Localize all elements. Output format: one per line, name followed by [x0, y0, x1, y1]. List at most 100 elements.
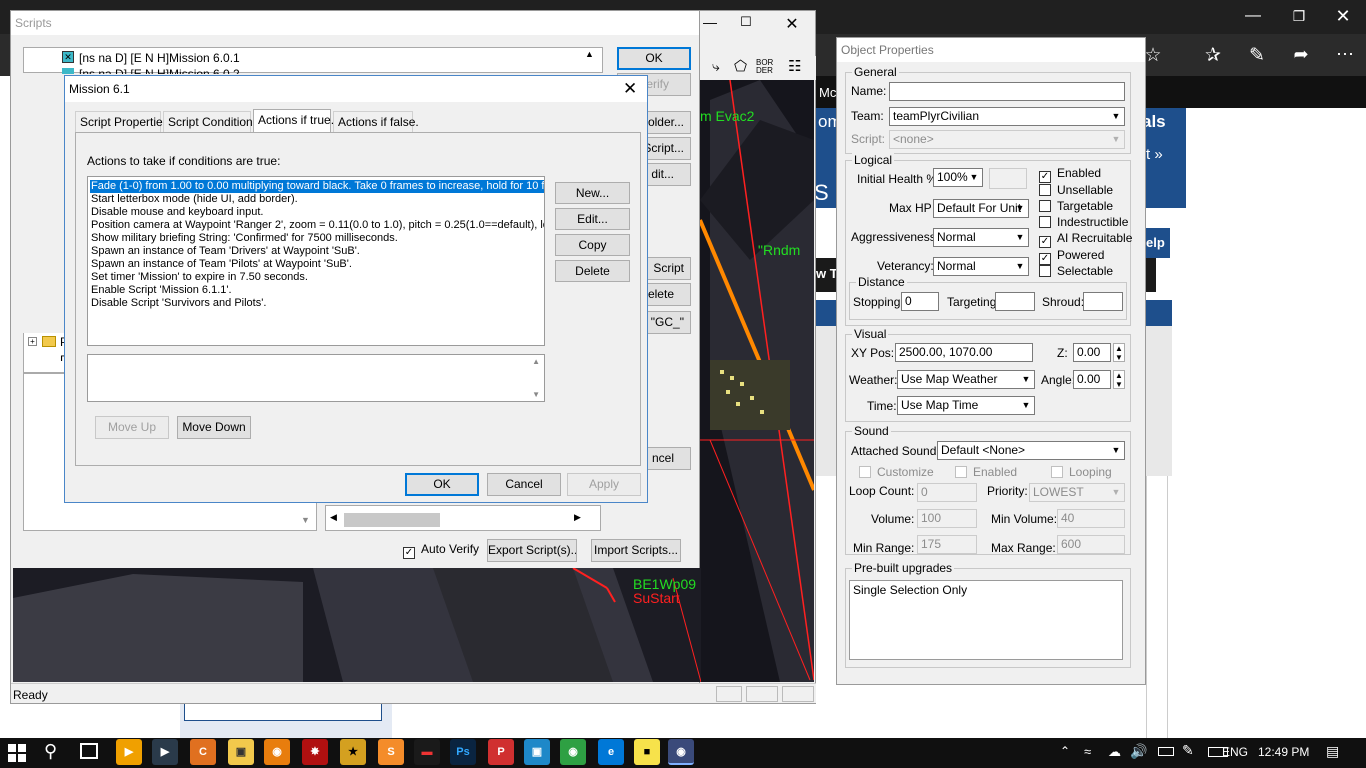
- xy-pos-field[interactable]: 2500.00, 1070.00: [895, 343, 1033, 362]
- language-indicator[interactable]: ENG: [1222, 745, 1248, 759]
- map-maximize-icon[interactable]: ☐: [736, 14, 756, 32]
- list-item[interactable]: Disable Script 'Survivors and Pilots'.: [90, 297, 266, 310]
- edge-icon[interactable]: e: [598, 739, 624, 765]
- clock[interactable]: 12:49 PM: [1258, 745, 1309, 759]
- battery-icon[interactable]: [1158, 747, 1174, 756]
- dialog-cancel-button[interactable]: Cancel: [487, 473, 561, 496]
- scroll-right-icon[interactable]: ▶: [574, 512, 581, 523]
- scripts-ok-button[interactable]: OK: [617, 47, 691, 70]
- copy-action-button[interactable]: Copy: [555, 234, 630, 256]
- scroll-down-icon[interactable]: ▼: [532, 390, 540, 399]
- attached-sound-select[interactable]: Default <None> ▼: [937, 441, 1125, 460]
- volume-field[interactable]: 100: [917, 509, 977, 528]
- veterancy-select[interactable]: Normal ▼: [933, 257, 1029, 276]
- photoshop-icon[interactable]: Ps: [450, 739, 476, 765]
- search-icon[interactable]: ⚲: [44, 741, 57, 762]
- flag-app-icon[interactable]: ▬: [414, 739, 440, 765]
- volume-icon[interactable]: 🔊: [1130, 743, 1147, 760]
- min-range-field[interactable]: 175: [917, 535, 977, 554]
- map-close-icon[interactable]: ✕: [782, 14, 802, 33]
- delete-action-button[interactable]: Delete: [555, 260, 630, 282]
- media-classic-icon[interactable]: ▶: [152, 739, 178, 765]
- cloud-icon[interactable]: ☁: [1108, 744, 1121, 760]
- loop-count-field[interactable]: 0: [917, 483, 977, 502]
- scroll-left-icon[interactable]: ◀: [330, 512, 337, 523]
- actions-list[interactable]: Fade (1-0) from 1.00 to 0.00 multiplying…: [87, 176, 545, 346]
- more-icon[interactable]: ⋯: [1332, 44, 1358, 68]
- pen-icon[interactable]: ✎: [1182, 742, 1194, 759]
- polygon-tool-icon[interactable]: ⬠: [734, 57, 747, 75]
- priority-select[interactable]: LOWEST ▼: [1029, 483, 1125, 502]
- list-item[interactable]: Disable mouse and keyboard input.: [90, 206, 263, 219]
- unsellable-checkbox[interactable]: Unsellable: [1039, 183, 1113, 197]
- selectable-checkbox[interactable]: Selectable: [1039, 264, 1113, 278]
- action-comment-box[interactable]: ▲ ▼: [87, 354, 545, 402]
- enabled-checkbox[interactable]: ✓ Enabled: [1039, 166, 1101, 183]
- tree-item[interactable]: [ns na D] [E N H]Mission 6.0.2: [79, 67, 240, 74]
- edit-action-button[interactable]: Edit...: [555, 208, 630, 230]
- list-item[interactable]: Enable Script 'Mission 6.1.1'.: [90, 284, 232, 297]
- maxhp-select[interactable]: Default For Unit ▼: [933, 199, 1029, 218]
- sound-enabled-checkbox[interactable]: Enabled: [955, 465, 1017, 479]
- tree-tool-icon[interactable]: ☷: [788, 57, 801, 75]
- file-explorer-icon[interactable]: ▣: [228, 739, 254, 765]
- media-player-icon[interactable]: ▶: [116, 739, 142, 765]
- ai-recruitable-checkbox[interactable]: ✓ AI Recruitable: [1039, 231, 1132, 248]
- dialog-close-icon[interactable]: ✕: [623, 79, 637, 99]
- list-item[interactable]: Start letterbox mode (hide UI, add borde…: [90, 193, 298, 206]
- start-windows-icon[interactable]: [8, 744, 26, 762]
- border-tool-label[interactable]: BOR DER: [756, 59, 774, 75]
- export-scripts-button[interactable]: Export Script(s)...: [487, 539, 577, 562]
- new-action-button[interactable]: New...: [555, 182, 630, 204]
- list-item[interactable]: Set timer 'Mission' to expire in 7.50 se…: [90, 271, 308, 284]
- stopping-field[interactable]: 0: [901, 292, 939, 311]
- angle-field[interactable]: 0.00: [1073, 370, 1111, 389]
- sticky-notes-icon[interactable]: ■: [634, 739, 660, 765]
- expand-icon[interactable]: +: [28, 337, 37, 346]
- pen-note-icon[interactable]: ✎: [1244, 44, 1270, 68]
- scroll-up-icon[interactable]: ▲: [532, 357, 540, 366]
- auto-verify-checkbox[interactable]: ✓ Auto Verify: [403, 542, 479, 559]
- z-spinner[interactable]: ▲ ▼: [1113, 343, 1125, 362]
- import-scripts-button[interactable]: Import Scripts...: [591, 539, 681, 562]
- list-item[interactable]: Spawn an instance of Team 'Pilots' at Wa…: [90, 258, 352, 271]
- hscrollbar-thumb[interactable]: [344, 513, 440, 527]
- move-down-button[interactable]: Move Down: [177, 416, 251, 439]
- tab-actions-if-false[interactable]: Actions if false.: [333, 111, 419, 133]
- script-select[interactable]: <none> ▼: [889, 130, 1125, 149]
- restore-icon[interactable]: ❐: [1284, 4, 1314, 28]
- upgrade-item[interactable]: Single Selection Only: [853, 583, 967, 597]
- image-viewer-icon[interactable]: ▣: [524, 739, 550, 765]
- list-item[interactable]: Position camera at Waypoint 'Ranger 2', …: [90, 219, 544, 232]
- list-item-selected[interactable]: Fade (1-0) from 1.00 to 0.00 multiplying…: [90, 180, 544, 193]
- powered-checkbox[interactable]: ✓ Powered: [1039, 248, 1104, 265]
- ccleaner-icon[interactable]: C: [190, 739, 216, 765]
- min-volume-field[interactable]: 40: [1057, 509, 1125, 528]
- health-extra-field[interactable]: [989, 168, 1027, 189]
- angle-spinner[interactable]: ▲ ▼: [1113, 370, 1125, 389]
- tree-item[interactable]: [ns na D] [E N H]Mission 6.0.1: [79, 51, 240, 65]
- polyline-tool-icon[interactable]: ⤷: [712, 58, 720, 75]
- z-field[interactable]: 0.00: [1073, 343, 1111, 362]
- list-item[interactable]: Spawn an instance of Team 'Drivers' at W…: [90, 245, 360, 258]
- upgrades-list[interactable]: Single Selection Only: [849, 580, 1123, 660]
- indestructible-checkbox[interactable]: Indestructible: [1039, 215, 1128, 229]
- dialog-ok-button[interactable]: OK: [405, 473, 479, 496]
- max-range-field[interactable]: 600: [1057, 535, 1125, 554]
- tab-script-properties[interactable]: Script Properties: [75, 111, 169, 133]
- task-view-icon[interactable]: [80, 743, 98, 759]
- name-field[interactable]: [889, 82, 1125, 101]
- tab-script-conditions[interactable]: Script Conditions: [163, 111, 259, 133]
- scroll-up-icon[interactable]: ▲: [585, 49, 594, 59]
- initial-health-select[interactable]: 100% ▼: [933, 168, 983, 187]
- blender-icon[interactable]: ◉: [264, 739, 290, 765]
- dialog-apply-button[interactable]: Apply: [567, 473, 641, 496]
- minimize-icon[interactable]: —: [1238, 4, 1268, 28]
- chrome-icon[interactable]: ◉: [560, 739, 586, 765]
- targetable-checkbox[interactable]: Targetable: [1039, 199, 1113, 213]
- time-select[interactable]: Use Map Time ▼: [897, 396, 1035, 415]
- map-minimize-icon[interactable]: —: [700, 14, 720, 32]
- aggressiveness-select[interactable]: Normal ▼: [933, 228, 1029, 247]
- tray-chevron-icon[interactable]: ⌃: [1060, 744, 1070, 758]
- close-icon[interactable]: ✕: [1328, 4, 1358, 28]
